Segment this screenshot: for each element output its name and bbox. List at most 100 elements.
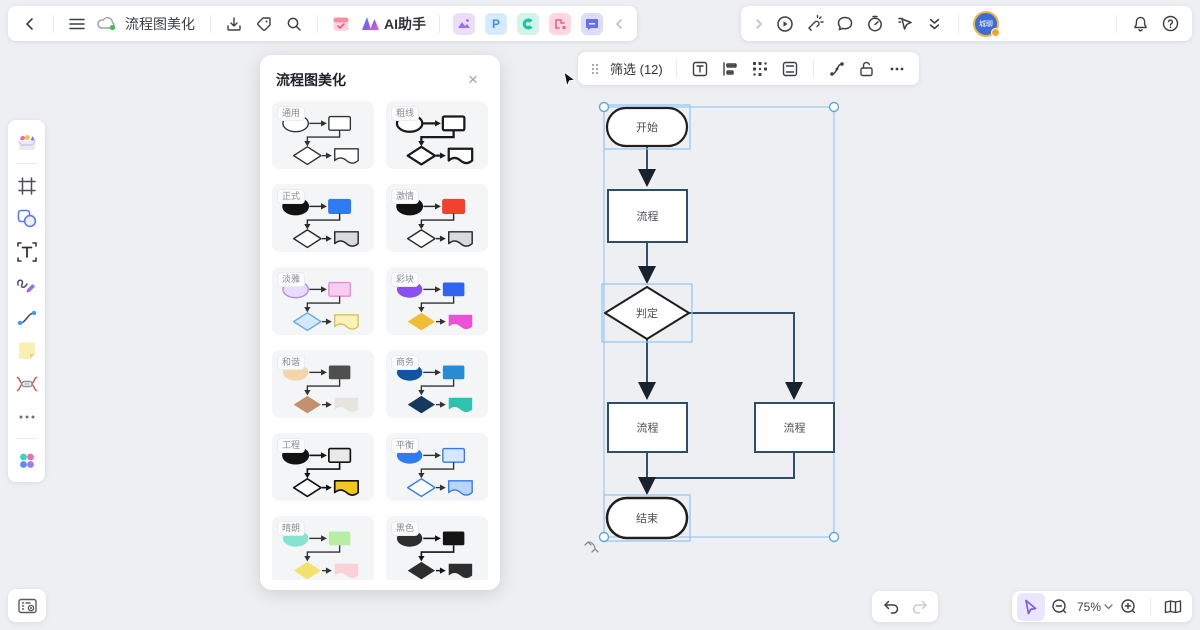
- document-title: 流程图美化: [125, 14, 195, 34]
- back-button[interactable]: [16, 10, 44, 38]
- follow-cursor-icon[interactable]: [891, 10, 919, 38]
- flowchart-canvas[interactable]: 开始流程判定流程流程结束: [0, 0, 1200, 630]
- ai-assistant-button[interactable]: AI助手: [357, 10, 430, 38]
- zoom-out-icon[interactable]: [1046, 593, 1074, 621]
- sticky-note-icon[interactable]: [12, 336, 41, 365]
- align-icon[interactable]: [716, 55, 744, 83]
- draw-tool-icon[interactable]: [12, 270, 41, 299]
- theme-card-7[interactable]: 和谐: [272, 350, 374, 418]
- selection-handle[interactable]: [830, 103, 839, 112]
- divider: [317, 15, 318, 33]
- topbar-right: 城聊 分享: [741, 6, 1192, 41]
- more-options-icon[interactable]: [883, 55, 911, 83]
- tag-icon[interactable]: [250, 10, 278, 38]
- text-style-icon[interactable]: [686, 55, 714, 83]
- theme-card-8[interactable]: 商务: [386, 350, 488, 418]
- share-dropdown-icon[interactable]: [1079, 13, 1101, 35]
- theme-label: 淡雅: [277, 272, 305, 287]
- notification-bell-icon[interactable]: [1126, 10, 1154, 38]
- node-label: 流程: [784, 421, 806, 435]
- chat-app-icon[interactable]: [581, 13, 603, 35]
- avatar[interactable]: 城聊: [973, 11, 999, 37]
- flowchart-node-start[interactable]: 开始: [604, 105, 690, 149]
- flowchart-node-process-2[interactable]: 流程: [608, 403, 687, 452]
- theme-card-3[interactable]: 正式: [272, 184, 374, 252]
- unlock-icon[interactable]: [853, 55, 881, 83]
- divider: [439, 15, 440, 33]
- plugins-icon[interactable]: [12, 446, 41, 475]
- selection-handle[interactable]: [600, 103, 609, 112]
- divider: [210, 15, 211, 33]
- theme-label: 通用: [277, 106, 305, 121]
- flowchart-node-end[interactable]: 结束: [604, 495, 690, 541]
- divider: [813, 60, 814, 78]
- theme-card-9[interactable]: 工程: [272, 433, 374, 501]
- expand-right-icon[interactable]: [749, 10, 769, 38]
- calendar-task-icon[interactable]: [327, 10, 355, 38]
- select-cursor-button[interactable]: [1017, 593, 1045, 621]
- zoom-dropdown-icon[interactable]: [1104, 604, 1113, 610]
- close-icon[interactable]: ×: [462, 69, 484, 91]
- flowchart-node-process-3[interactable]: 流程: [755, 403, 834, 452]
- divider: [676, 60, 677, 78]
- redo-icon[interactable]: [905, 593, 933, 621]
- menu-icon[interactable]: [63, 10, 91, 38]
- flowchart-node-process-1[interactable]: 流程: [608, 190, 687, 242]
- flowchart-edge[interactable]: [648, 452, 794, 478]
- flowchart-node-decision[interactable]: 判定: [602, 284, 692, 342]
- p-app-letter: P: [492, 17, 500, 31]
- node-label: 判定: [636, 306, 658, 320]
- p-app-icon[interactable]: P: [485, 13, 507, 35]
- rotate-handle-icon[interactable]: [585, 542, 598, 552]
- shapes-tool-icon[interactable]: [12, 204, 41, 233]
- theme-card-2[interactable]: 粗线: [386, 101, 488, 169]
- theme-label: 和谐: [277, 355, 305, 370]
- help-icon[interactable]: [1156, 10, 1184, 38]
- divider: [1072, 16, 1073, 31]
- theme-card-10[interactable]: 平衡: [386, 433, 488, 501]
- flow-app-icon[interactable]: [549, 13, 571, 35]
- import-icon[interactable]: [220, 10, 248, 38]
- board-settings-button[interactable]: [8, 589, 46, 622]
- mindmap-tool-icon[interactable]: [12, 369, 41, 398]
- chevron-double-down-icon[interactable]: [921, 10, 949, 38]
- selection-toolbar: 筛选 (12): [578, 52, 919, 85]
- search-icon[interactable]: [280, 10, 308, 38]
- cloud-sync-icon[interactable]: [93, 10, 121, 38]
- selection-handle[interactable]: [600, 533, 609, 542]
- chart-app-icon[interactable]: [517, 13, 539, 35]
- divider: [958, 15, 959, 33]
- zoom-level[interactable]: 75%: [1077, 600, 1101, 614]
- selection-handle[interactable]: [830, 533, 839, 542]
- more-tools-icon[interactable]: [12, 402, 41, 431]
- drag-handle-icon[interactable]: [586, 55, 604, 83]
- theme-card-5[interactable]: 淡雅: [272, 267, 374, 335]
- theme-card-11[interactable]: 晴朗: [272, 516, 374, 580]
- minimap-icon[interactable]: [1159, 593, 1187, 621]
- templates-icon[interactable]: [12, 127, 41, 156]
- laser-pointer-icon[interactable]: [801, 10, 829, 38]
- text-tool-icon[interactable]: [12, 237, 41, 266]
- comment-icon[interactable]: [831, 10, 859, 38]
- avatar-badge: [991, 28, 1000, 37]
- collapse-left-icon[interactable]: [609, 10, 629, 38]
- theme-card-12[interactable]: 黑色: [386, 516, 488, 580]
- image-app-icon[interactable]: [453, 13, 475, 35]
- connector-tool-icon[interactable]: [12, 303, 41, 332]
- theme-card-6[interactable]: 彩块: [386, 267, 488, 335]
- timer-icon[interactable]: [861, 10, 889, 38]
- divider: [16, 438, 37, 439]
- present-play-icon[interactable]: [771, 10, 799, 38]
- filter-label[interactable]: 筛选 (12): [610, 59, 663, 78]
- flowchart-edge[interactable]: [689, 313, 794, 396]
- undo-icon[interactable]: [877, 593, 905, 621]
- frame-fit-icon[interactable]: [776, 55, 804, 83]
- theme-card-1[interactable]: 通用: [272, 101, 374, 169]
- frame-tool-icon[interactable]: [12, 171, 41, 200]
- share-button[interactable]: 分享: [1010, 10, 1103, 37]
- layout-icon[interactable]: [746, 55, 774, 83]
- theme-card-4[interactable]: 激情: [386, 184, 488, 252]
- theme-label: 商务: [391, 355, 419, 370]
- connector-style-icon[interactable]: [823, 55, 851, 83]
- zoom-in-icon[interactable]: [1114, 593, 1142, 621]
